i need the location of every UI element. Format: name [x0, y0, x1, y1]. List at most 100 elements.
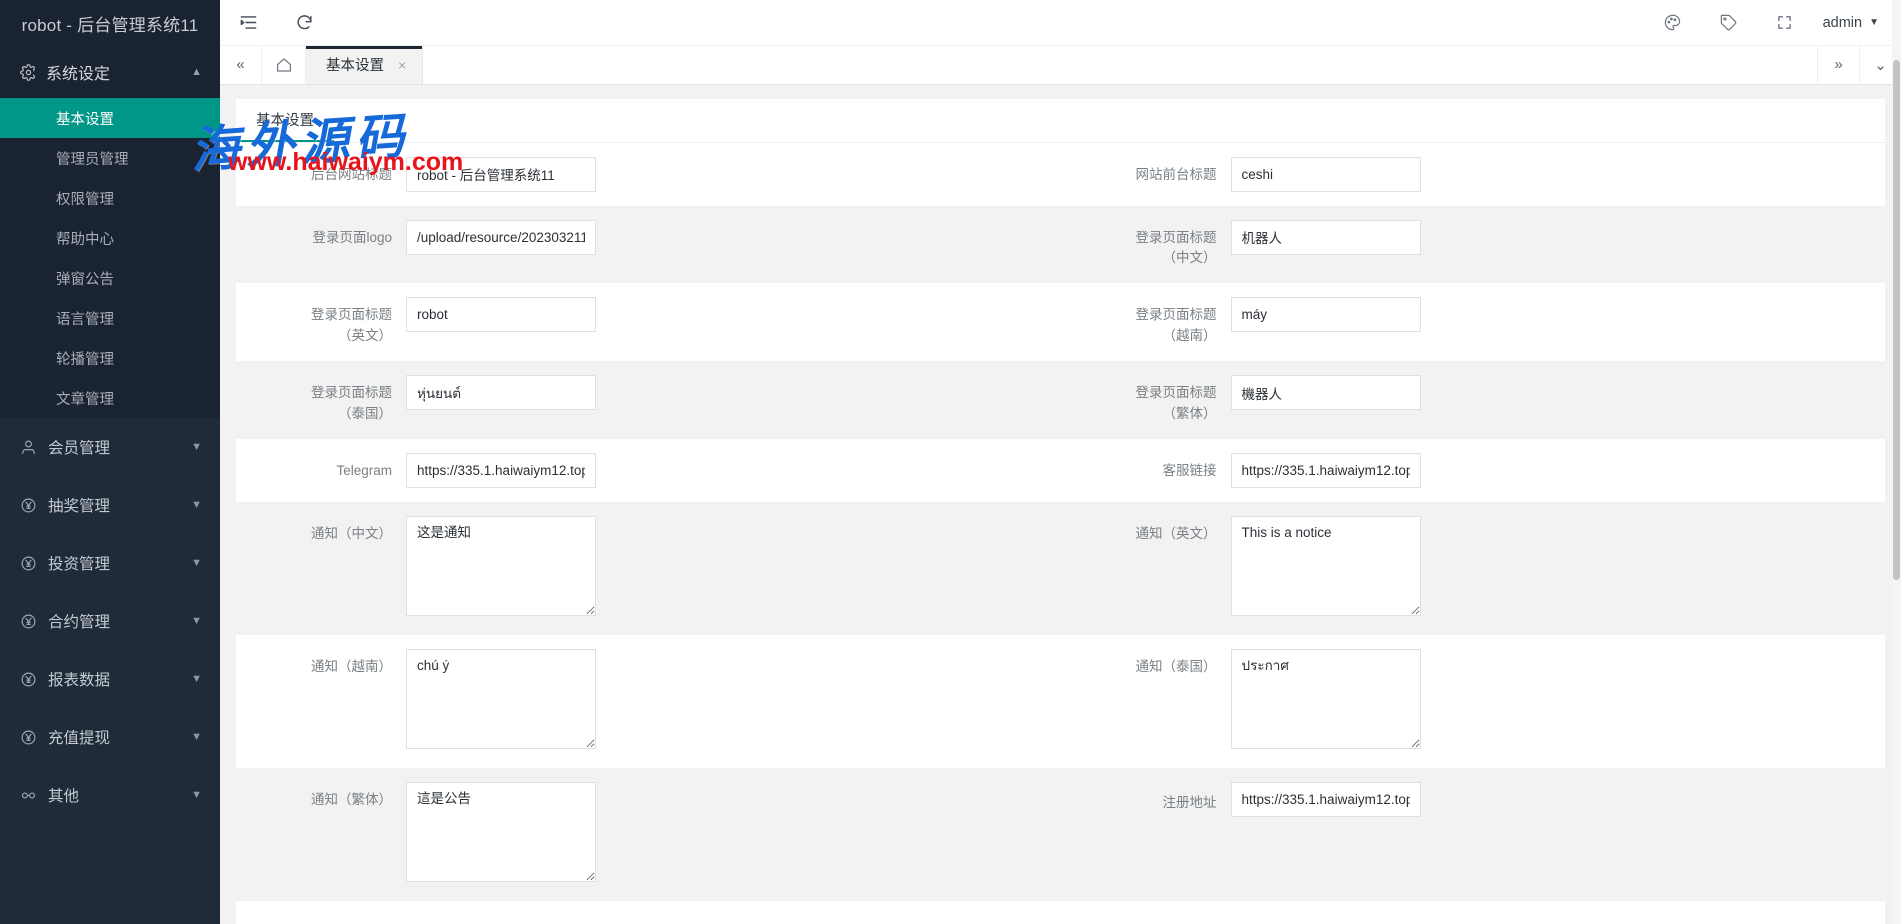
page-scrollbar[interactable]	[1892, 0, 1901, 924]
support-link-input[interactable]	[1231, 453, 1421, 488]
field-control	[1231, 220, 1886, 255]
tab-basic-settings[interactable]: 基本设置 ×	[306, 46, 423, 84]
sidebar-item-report-data[interactable]: 报表数据 ▼	[0, 650, 220, 708]
chevron-down-icon: ▼	[191, 789, 202, 801]
sidebar-item-recharge-withdraw[interactable]: 充值提现 ▼	[0, 708, 220, 766]
link-icon	[20, 787, 48, 804]
basic-settings-panel: 基本设置 后台网站标题 网站前台标题	[236, 99, 1885, 924]
notice-th-textarea[interactable]	[1231, 649, 1421, 749]
form-col-left: 通知（繁体）	[236, 782, 1061, 887]
sidebar-item-label: 合约管理	[48, 610, 110, 632]
field-control	[406, 453, 1061, 488]
notice-vi-textarea[interactable]	[406, 649, 596, 749]
sidebar-item-label: 权限管理	[56, 188, 114, 209]
sidebar-item-member-management[interactable]: 会员管理 ▼	[0, 418, 220, 476]
field-label: 登录页面标题（中文）	[1061, 220, 1231, 270]
login-title-zhtw-input[interactable]	[1231, 375, 1421, 410]
fullscreen-icon[interactable]	[1757, 0, 1813, 46]
form-col-left: 登录页面logo	[236, 220, 1061, 255]
field-label: 通知（中文）	[236, 516, 406, 545]
field-control	[1231, 453, 1886, 488]
notice-zhtw-textarea[interactable]	[406, 782, 596, 882]
field-label: 登录页面标题（英文）	[236, 297, 406, 347]
register-url-input[interactable]	[1231, 782, 1421, 817]
sidebar-collapse-icon[interactable]	[220, 0, 276, 46]
content-area: 基本设置 后台网站标题 网站前台标题	[220, 85, 1901, 924]
telegram-input[interactable]	[406, 453, 596, 488]
field-label: 通知（越南）	[236, 649, 406, 678]
user-name: admin	[1823, 15, 1863, 31]
frontend-site-title-input[interactable]	[1231, 157, 1421, 192]
login-title-th-input[interactable]	[406, 375, 596, 410]
page-scrollbar-thumb[interactable]	[1893, 60, 1900, 580]
sidebar-item-label: 基本设置	[56, 108, 114, 129]
sidebar-item-label: 弹窗公告	[56, 268, 114, 289]
sidebar-item-article-management[interactable]: 文章管理	[0, 378, 220, 418]
sidebar-item-label: 投资管理	[48, 552, 110, 574]
user-menu[interactable]: admin ▼	[1813, 15, 1879, 31]
panel-tab-basic-settings[interactable]: 基本设置	[236, 99, 334, 142]
chevron-down-icon: ▼	[191, 615, 202, 627]
notice-en-textarea[interactable]	[1231, 516, 1421, 616]
notice-zh-textarea[interactable]	[406, 516, 596, 616]
field-label: 登录页面logo	[236, 220, 406, 249]
field-label: 注册地址	[1061, 785, 1231, 814]
yen-circle-icon	[20, 613, 48, 630]
form-col-left: 通知（越南）	[236, 649, 1061, 754]
sidebar-group-system-settings[interactable]: 系统设定 ▲	[0, 46, 220, 98]
sidebar-item-help-center[interactable]: 帮助中心	[0, 218, 220, 258]
field-label: 通知（繁体）	[236, 782, 406, 811]
field-control	[1231, 375, 1886, 410]
form-col-right: 注册地址	[1061, 782, 1886, 817]
sidebar-item-lottery-management[interactable]: 抽奖管理 ▼	[0, 476, 220, 534]
form-col-left: 后台网站标题	[236, 157, 1061, 192]
field-control	[406, 649, 1061, 754]
sidebar-item-contract-management[interactable]: 合约管理 ▼	[0, 592, 220, 650]
form-row: 通知（中文） 通知（英文）	[236, 502, 1885, 635]
brand-title: robot - 后台管理系统11	[0, 0, 220, 46]
chevron-down-icon: ▼	[191, 499, 202, 511]
home-icon[interactable]	[262, 46, 306, 84]
topbar: admin ▼	[220, 0, 1901, 46]
backend-site-title-input[interactable]	[406, 157, 596, 192]
field-label: 网站前台标题	[1061, 157, 1231, 186]
sidebar-item-carousel-management[interactable]: 轮播管理	[0, 338, 220, 378]
sidebar-item-label: 文章管理	[56, 388, 114, 409]
sidebar-item-other[interactable]: 其他 ▼	[0, 766, 220, 824]
tag-icon[interactable]	[1701, 0, 1757, 46]
form-col-right: 登录页面标题（繁体）	[1061, 375, 1886, 425]
login-title-vi-input[interactable]	[1231, 297, 1421, 332]
field-control	[1231, 782, 1886, 817]
field-control	[406, 516, 1061, 621]
chevron-down-icon: ▼	[191, 441, 202, 453]
panel-tabs: 基本设置	[236, 99, 1885, 143]
topbar-right-controls: admin ▼	[1645, 0, 1901, 46]
sidebar-item-label: 抽奖管理	[48, 494, 110, 516]
yen-circle-icon	[20, 555, 48, 572]
chevron-down-icon: ▼	[191, 673, 202, 685]
sidebar-item-language-management[interactable]: 语言管理	[0, 298, 220, 338]
form-col-right: 网站前台标题	[1061, 157, 1886, 192]
sidebar-item-admin-management[interactable]: 管理员管理	[0, 138, 220, 178]
close-icon[interactable]: ×	[398, 57, 406, 73]
refresh-icon[interactable]	[276, 0, 332, 46]
yen-circle-icon	[20, 497, 48, 514]
login-title-zh-input[interactable]	[1231, 220, 1421, 255]
chevron-double-left-icon[interactable]: «	[220, 46, 262, 84]
form-col-right: 登录页面标题（中文）	[1061, 220, 1886, 270]
form-row: 后台网站标题 网站前台标题	[236, 143, 1885, 206]
field-control	[1231, 297, 1886, 332]
chevron-down-icon: ▼	[191, 731, 202, 743]
topbar-left-controls	[220, 0, 332, 46]
form-col-left: Telegram	[236, 453, 1061, 488]
sidebar-item-permission-management[interactable]: 权限管理	[0, 178, 220, 218]
field-control	[1231, 649, 1886, 754]
sidebar-item-basic-settings[interactable]: 基本设置	[0, 98, 220, 138]
sidebar-item-investment-management[interactable]: 投资管理 ▼	[0, 534, 220, 592]
sidebar-item-popup-announcement[interactable]: 弹窗公告	[0, 258, 220, 298]
app-root: robot - 后台管理系统11 系统设定 ▲ 基本设置 管理员管理 权限管理 …	[0, 0, 1901, 924]
chevron-double-right-icon[interactable]: »	[1817, 46, 1859, 84]
login-logo-input[interactable]	[406, 220, 596, 255]
palette-icon[interactable]	[1645, 0, 1701, 46]
login-title-en-input[interactable]	[406, 297, 596, 332]
